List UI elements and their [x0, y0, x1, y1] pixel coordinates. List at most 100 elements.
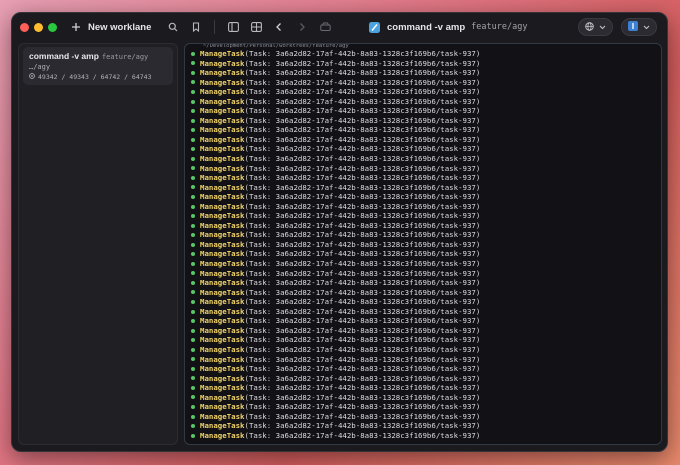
terminal-line: ManageTask (Task: 3a6a2d82-17af-442b-8a83…: [191, 249, 480, 259]
status-dot-icon: [191, 319, 195, 324]
tool-name: ManageTask: [200, 154, 245, 164]
status-dot-icon: [191, 328, 195, 333]
tool-name: ManageTask: [200, 220, 245, 230]
terminal-pane[interactable]: ~/Development/Personal/worktrees/feature…: [184, 43, 662, 445]
pane-branch: feature/agy: [471, 22, 528, 32]
tool-args: (Task: 3a6a2d82-17af-442b-8a83-1328c3f16…: [244, 182, 481, 192]
terminal-line: ManageTask (Task: 3a6a2d82-17af-442b-8a83…: [191, 49, 480, 59]
chevron-down-icon: [643, 23, 650, 32]
status-dot-icon: [191, 366, 195, 371]
status-dot-icon: [191, 271, 195, 276]
tool-name: ManageTask: [200, 316, 245, 326]
minimize-window-button[interactable]: [34, 22, 43, 32]
terminal-line: ManageTask (Task: 3a6a2d82-17af-442b-8a83…: [191, 183, 480, 193]
terminal-line: ManageTask (Task: 3a6a2d82-17af-442b-8a83…: [191, 154, 480, 164]
tool-name: ManageTask: [200, 268, 245, 278]
divider: [214, 20, 216, 34]
status-dot-icon: [191, 204, 195, 209]
tool-name: ManageTask: [200, 306, 245, 316]
app-switcher-button[interactable]: [621, 18, 657, 36]
tool-args: (Task: 3a6a2d82-17af-442b-8a83-1328c3f16…: [244, 335, 481, 345]
drive-icon[interactable]: [318, 20, 332, 34]
tool-args: (Task: 3a6a2d82-17af-442b-8a83-1328c3f16…: [244, 373, 481, 383]
tool-args: (Task: 3a6a2d82-17af-442b-8a83-1328c3f16…: [244, 383, 481, 393]
worklane-sidebar: command -v amp feature/agy …/agy 49342 / …: [18, 43, 178, 445]
close-window-button[interactable]: [20, 22, 29, 32]
status-dot-icon: [191, 385, 195, 390]
tool-args: (Task: 3a6a2d82-17af-442b-8a83-1328c3f16…: [244, 259, 481, 269]
tool-name: ManageTask: [200, 297, 245, 307]
tool-args: (Task: 3a6a2d82-17af-442b-8a83-1328c3f16…: [244, 402, 481, 412]
tool-args: (Task: 3a6a2d82-17af-442b-8a83-1328c3f16…: [244, 306, 481, 316]
tool-args: (Task: 3a6a2d82-17af-442b-8a83-1328c3f16…: [244, 68, 481, 78]
tool-args: (Task: 3a6a2d82-17af-442b-8a83-1328c3f16…: [244, 411, 481, 421]
tool-args: (Task: 3a6a2d82-17af-442b-8a83-1328c3f16…: [244, 230, 481, 240]
tool-args: (Task: 3a6a2d82-17af-442b-8a83-1328c3f16…: [244, 77, 481, 87]
tool-name: ManageTask: [200, 125, 245, 135]
tool-name: ManageTask: [200, 373, 245, 383]
terminal-line: ManageTask (Task: 3a6a2d82-17af-442b-8a83…: [191, 326, 480, 336]
status-dot-icon: [191, 109, 195, 114]
forward-chevron-icon[interactable]: [295, 20, 309, 34]
tool-args: (Task: 3a6a2d82-17af-442b-8a83-1328c3f16…: [244, 173, 481, 183]
grid-layout-icon[interactable]: [249, 20, 263, 34]
terminal-line: ManageTask (Task: 3a6a2d82-17af-442b-8a83…: [191, 297, 480, 307]
tool-name: ManageTask: [200, 287, 245, 297]
status-dot-icon: [191, 70, 195, 75]
tool-name: ManageTask: [200, 402, 245, 412]
terminal-line: ManageTask (Task: 3a6a2d82-17af-442b-8a83…: [191, 125, 480, 135]
back-chevron-icon[interactable]: [272, 20, 286, 34]
terminal-line: ManageTask (Task: 3a6a2d82-17af-442b-8a83…: [191, 97, 480, 107]
tool-name: ManageTask: [200, 249, 245, 259]
search-icon[interactable]: [166, 20, 180, 34]
ports-icon: [29, 73, 35, 81]
status-dot-icon: [191, 395, 195, 400]
new-worklane-button[interactable]: New worklane: [69, 20, 151, 34]
tool-name: ManageTask: [200, 192, 245, 202]
tool-name: ManageTask: [200, 354, 245, 364]
tool-args: (Task: 3a6a2d82-17af-442b-8a83-1328c3f16…: [244, 125, 481, 135]
tool-args: (Task: 3a6a2d82-17af-442b-8a83-1328c3f16…: [244, 249, 481, 259]
tool-args: (Task: 3a6a2d82-17af-442b-8a83-1328c3f16…: [244, 364, 481, 374]
tool-name: ManageTask: [200, 344, 245, 354]
sidebar-toggle-icon[interactable]: [226, 20, 240, 34]
terminal-line: ManageTask (Task: 3a6a2d82-17af-442b-8a83…: [191, 316, 480, 326]
tool-name: ManageTask: [200, 278, 245, 288]
terminal-line: ManageTask (Task: 3a6a2d82-17af-442b-8a83…: [191, 173, 480, 183]
tool-args: (Task: 3a6a2d82-17af-442b-8a83-1328c3f16…: [244, 239, 481, 249]
terminal-line: ManageTask (Task: 3a6a2d82-17af-442b-8a83…: [191, 144, 480, 154]
bookmark-icon[interactable]: [189, 20, 203, 34]
status-dot-icon: [191, 405, 195, 409]
tool-name: ManageTask: [200, 144, 245, 154]
tool-name: ManageTask: [200, 68, 245, 78]
terminal-line: ManageTask (Task: 3a6a2d82-17af-442b-8a83…: [191, 374, 480, 384]
status-dot-icon: [191, 347, 195, 352]
status-dot-icon: [191, 118, 195, 123]
tool-args: (Task: 3a6a2d82-17af-442b-8a83-1328c3f16…: [244, 325, 481, 335]
tool-args: (Task: 3a6a2d82-17af-442b-8a83-1328c3f16…: [244, 287, 481, 297]
status-dot-icon: [191, 280, 195, 285]
worklane-item[interactable]: command -v amp feature/agy …/agy 49342 / …: [23, 47, 173, 85]
terminal-line: ManageTask (Task: 3a6a2d82-17af-442b-8a83…: [191, 412, 480, 422]
terminal-line: ManageTask (Task: 3a6a2d82-17af-442b-8a83…: [191, 164, 480, 174]
window-controls: [20, 22, 57, 32]
tool-name: ManageTask: [200, 87, 245, 97]
tool-name: ManageTask: [200, 106, 245, 116]
status-dot-icon: [191, 290, 195, 295]
tool-args: (Task: 3a6a2d82-17af-442b-8a83-1328c3f16…: [244, 58, 481, 68]
terminal-app-icon: [367, 20, 381, 34]
tool-args: (Task: 3a6a2d82-17af-442b-8a83-1328c3f16…: [244, 392, 481, 402]
tool-name: ManageTask: [200, 335, 245, 345]
status-dot-icon: [191, 376, 195, 381]
status-dot-icon: [191, 128, 195, 133]
terminal-line: ManageTask (Task: 3a6a2d82-17af-442b-8a83…: [191, 431, 480, 441]
globe-icon: [585, 21, 594, 33]
status-dot-icon: [191, 147, 195, 152]
globe-menu-button[interactable]: [578, 18, 613, 36]
maximize-window-button[interactable]: [48, 22, 57, 32]
new-worklane-label: New worklane: [88, 21, 152, 33]
status-dot-icon: [191, 433, 195, 438]
status-dot-icon: [191, 233, 195, 238]
tool-args: (Task: 3a6a2d82-17af-442b-8a83-1328c3f16…: [244, 144, 481, 154]
status-dot-icon: [191, 309, 195, 314]
